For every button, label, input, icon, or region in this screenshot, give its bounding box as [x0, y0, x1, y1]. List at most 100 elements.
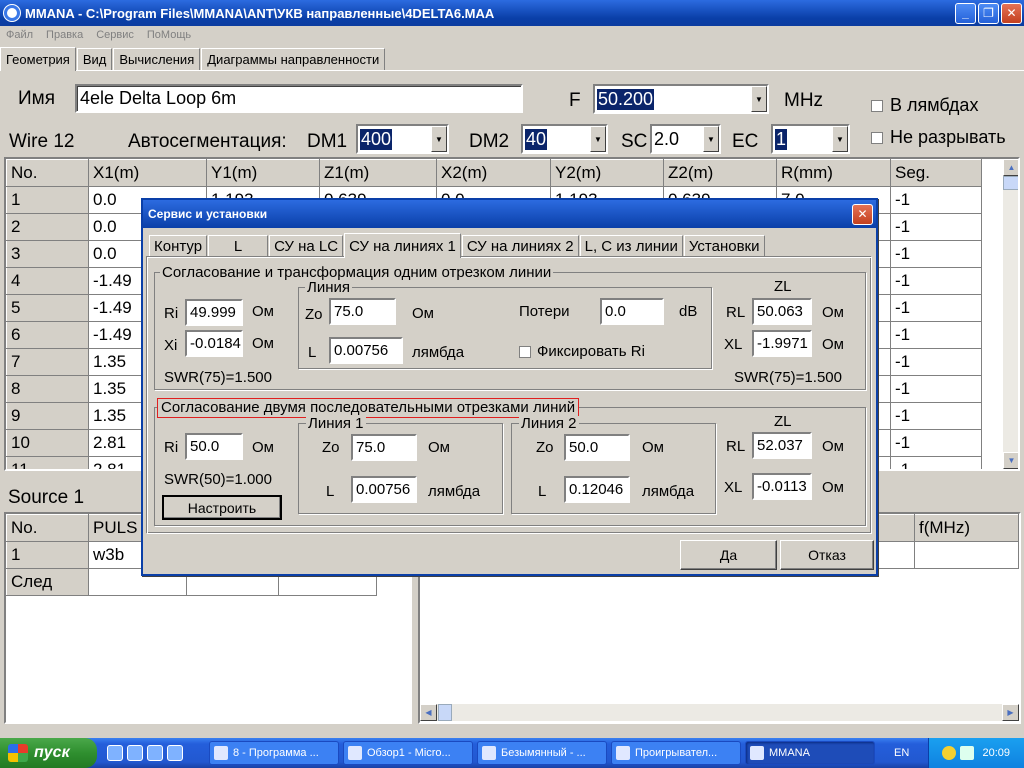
- dtab-settings[interactable]: Установки: [683, 235, 765, 257]
- g1-loss-input[interactable]: 0.0: [600, 298, 664, 325]
- task-program[interactable]: 8 - Программа ...: [209, 741, 339, 765]
- g2-l2-zo-input[interactable]: 50.0: [564, 434, 630, 461]
- wire-cell[interactable]: -1: [890, 375, 982, 403]
- g1-xi-input[interactable]: -0.0184: [185, 330, 243, 357]
- g2-xl-input[interactable]: -0.0113: [752, 473, 812, 500]
- wire-cell[interactable]: -1: [890, 456, 982, 469]
- g2-l1-zo-input[interactable]: 75.0: [351, 434, 417, 461]
- browser-icon[interactable]: [167, 745, 183, 761]
- tab-calculations[interactable]: Вычисления: [113, 48, 201, 70]
- scroll-right-icon[interactable]: ▶: [1002, 704, 1019, 721]
- wire-cell[interactable]: -1: [890, 429, 982, 457]
- menu-edit[interactable]: Правка: [40, 29, 90, 41]
- g1-fix-ri-row[interactable]: Фиксировать Ri: [519, 343, 645, 360]
- autoseg-label: Автосегментация:: [128, 131, 287, 152]
- task-paint[interactable]: Безымянный - ...: [477, 741, 607, 765]
- scroll-down-icon[interactable]: ▼: [1003, 452, 1018, 469]
- cancel-button[interactable]: Отказ: [780, 540, 874, 570]
- tray-icon[interactable]: [942, 746, 957, 760]
- wire-row-number: 9: [6, 402, 89, 430]
- g1-rl-input[interactable]: 50.063: [752, 298, 812, 325]
- g2-ri-input[interactable]: 50.0: [185, 433, 243, 460]
- dialog-close-icon[interactable]: ✕: [852, 203, 873, 225]
- freq-combo[interactable]: 50.200 ▼: [593, 84, 769, 114]
- g1-ri-unit: Ом: [252, 303, 274, 320]
- g1-fix-ri-label: Фиксировать Ri: [537, 343, 645, 360]
- dtab-l[interactable]: L: [208, 235, 269, 257]
- nobreak-label: Не разрывать: [890, 127, 1006, 147]
- menu-service[interactable]: Сервис: [90, 29, 141, 41]
- network-icon[interactable]: [960, 746, 975, 760]
- wire-cell[interactable]: -1: [890, 321, 982, 349]
- g2-l1-l-unit: лямбда: [428, 483, 481, 500]
- scroll-up-icon[interactable]: ▲: [1003, 159, 1018, 176]
- g2-rl-input[interactable]: 52.037: [752, 432, 812, 459]
- dtab-line-match-1[interactable]: СУ на линиях 1: [344, 233, 461, 258]
- tune-button[interactable]: Настроить: [162, 495, 282, 520]
- task-word[interactable]: Обзор1 - Micro...: [343, 741, 473, 765]
- nobreak-checkbox-row[interactable]: Не разрывать: [871, 127, 1006, 148]
- nobreak-checkbox[interactable]: [871, 131, 883, 144]
- dtab-circuit[interactable]: Контур: [149, 235, 208, 257]
- g1-ri-label: Ri: [164, 305, 179, 322]
- tab-patterns[interactable]: Диаграммы направленности: [201, 48, 386, 70]
- dm1-combo[interactable]: 400 ▼: [356, 124, 449, 154]
- wire-cell[interactable]: -1: [890, 186, 982, 214]
- close-button[interactable]: ✕: [1001, 2, 1022, 24]
- sc-label: SC: [621, 131, 648, 152]
- chevron-down-icon[interactable]: ▼: [703, 126, 719, 152]
- scroll-thumb[interactable]: [1003, 176, 1018, 190]
- ec-combo[interactable]: 1 ▼: [771, 124, 850, 154]
- menu-file[interactable]: Файл: [0, 29, 40, 41]
- menu-help[interactable]: ПоМощь: [141, 29, 198, 41]
- g1-zo-input[interactable]: 75.0: [329, 298, 396, 325]
- g1-xl-input[interactable]: -1.9971: [752, 330, 812, 357]
- lambda-checkbox[interactable]: [871, 99, 883, 112]
- task-player[interactable]: Проигрывател...: [611, 741, 741, 765]
- dtab-line-match-2[interactable]: СУ на линиях 2: [461, 235, 579, 257]
- g2-zl-title: ZL: [774, 413, 792, 430]
- wire-cell[interactable]: -1: [890, 348, 982, 376]
- chevron-down-icon[interactable]: ▼: [431, 126, 447, 152]
- scroll-left-icon[interactable]: ◀: [420, 704, 437, 721]
- tab-geometry[interactable]: Геометрия: [0, 47, 76, 71]
- wire-row-number: 7: [6, 348, 89, 376]
- start-button[interactable]: пуск: [0, 738, 97, 768]
- wire-row-number: 10: [6, 429, 89, 457]
- load-table-hscroll[interactable]: ◀ ▶: [420, 704, 1019, 721]
- language-indicator[interactable]: EN: [894, 747, 909, 759]
- chevron-down-icon[interactable]: ▼: [590, 126, 606, 152]
- task-mmana[interactable]: MMANA: [745, 741, 875, 765]
- dtab-lc-from-line[interactable]: L, C из линии: [579, 235, 683, 257]
- g1-l-input[interactable]: 0.00756: [329, 337, 403, 364]
- g2-l1-l-input[interactable]: 0.00756: [351, 476, 417, 503]
- ec-label: EC: [732, 131, 759, 152]
- dm2-combo[interactable]: 40 ▼: [521, 124, 608, 154]
- dtab-lc-match[interactable]: СУ на LC: [269, 235, 344, 257]
- wire-cell[interactable]: -1: [890, 267, 982, 295]
- chevron-down-icon[interactable]: ▼: [751, 86, 767, 112]
- minimize-button[interactable]: _: [955, 2, 976, 24]
- wire-cell[interactable]: -1: [890, 402, 982, 430]
- g1-ri-input[interactable]: 49.999: [185, 299, 243, 326]
- g1-fix-ri-checkbox[interactable]: [519, 345, 531, 358]
- ie-icon[interactable]: [147, 745, 163, 761]
- lambda-checkbox-row[interactable]: В лямбдах: [871, 95, 978, 116]
- name-input[interactable]: 4ele Delta Loop 6m: [75, 84, 523, 113]
- ok-button[interactable]: Да: [680, 540, 777, 570]
- wire-col-header: X2(m): [436, 159, 551, 187]
- show-desktop-icon[interactable]: [107, 745, 123, 761]
- wire-cell[interactable]: -1: [890, 240, 982, 268]
- g2-l2-l-input[interactable]: 0.12046: [564, 476, 630, 503]
- hscroll-thumb[interactable]: [438, 704, 452, 721]
- chevron-down-icon[interactable]: ▼: [832, 126, 848, 152]
- wire-cell[interactable]: -1: [890, 294, 982, 322]
- media-icon[interactable]: [127, 745, 143, 761]
- wire-table-scrollbar[interactable]: ▲ ▼: [1003, 159, 1018, 469]
- tab-view[interactable]: Вид: [76, 48, 113, 70]
- wire-label: Wire 12: [9, 131, 75, 152]
- restore-button[interactable]: ❐: [978, 2, 999, 24]
- mmana-icon: [750, 746, 764, 760]
- sc-combo[interactable]: 2.0 ▼: [650, 124, 721, 154]
- wire-cell[interactable]: -1: [890, 213, 982, 241]
